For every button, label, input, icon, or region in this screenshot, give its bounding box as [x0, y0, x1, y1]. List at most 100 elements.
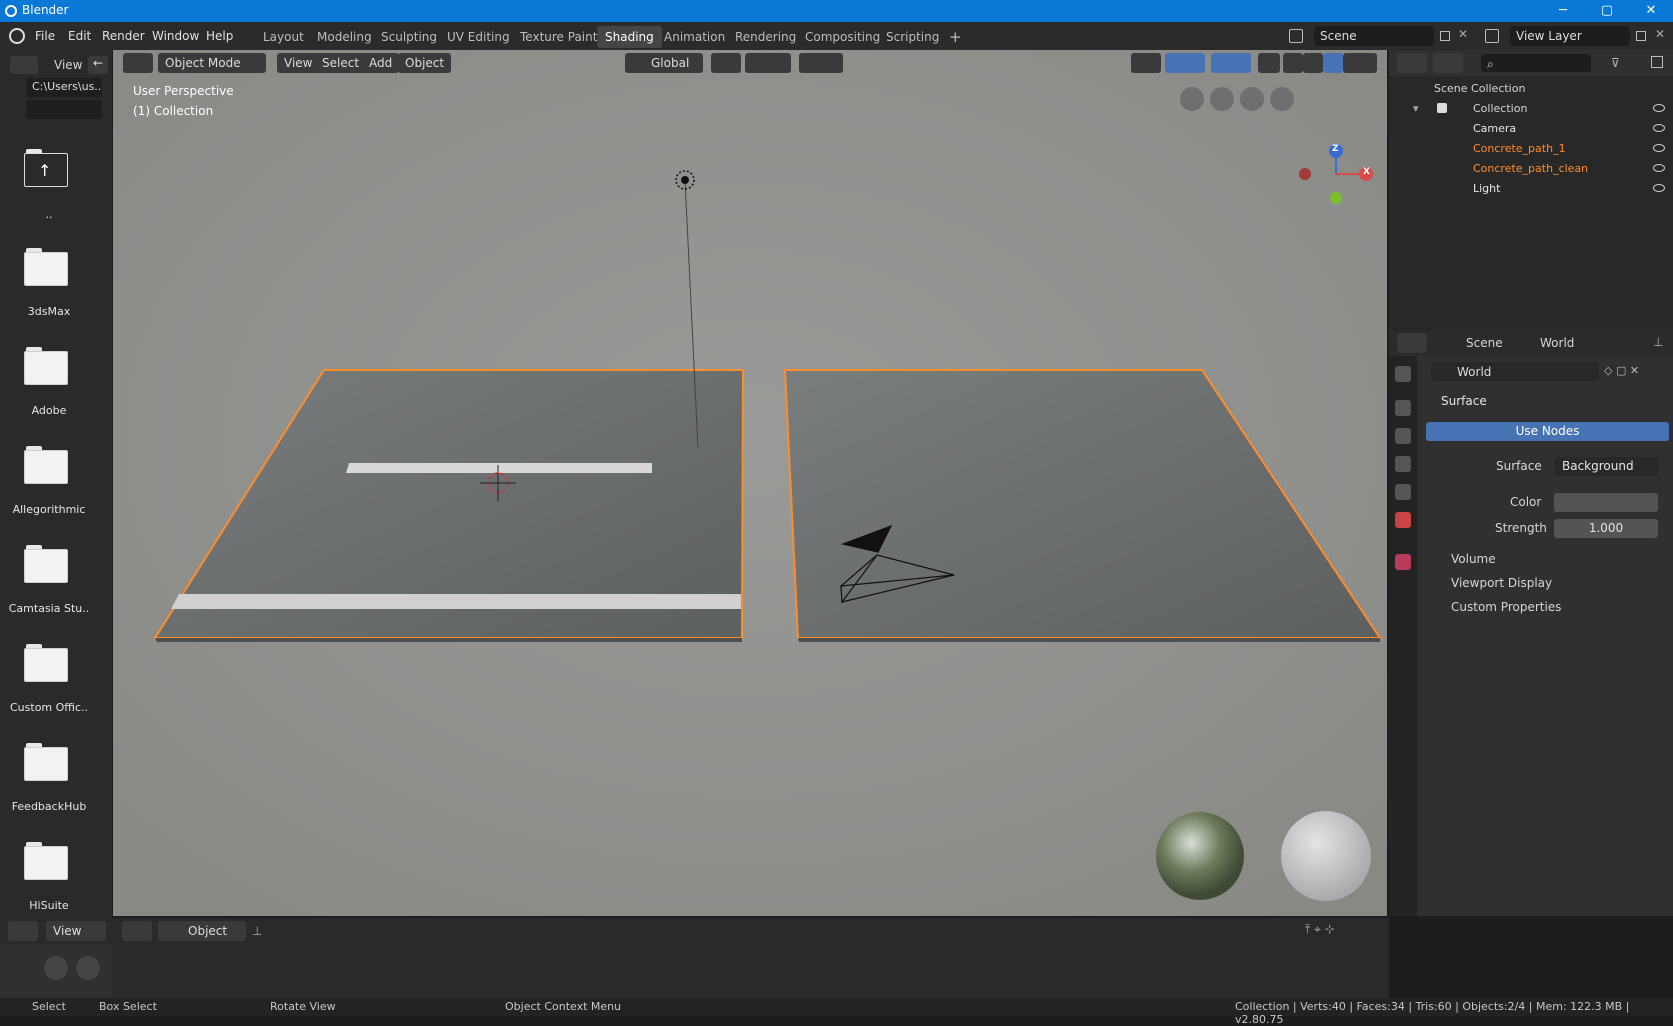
zoom-icon[interactable] — [76, 956, 100, 980]
zoom-icon[interactable] — [1270, 87, 1294, 111]
tab-texture-paint[interactable]: Texture Paint — [512, 26, 605, 48]
maximize-button[interactable]: ▢ — [1585, 0, 1629, 22]
render-tab-icon[interactable] — [1395, 400, 1411, 416]
tab-animation[interactable]: Animation — [656, 26, 733, 48]
outliner-row-camera[interactable]: Camera — [1389, 119, 1673, 139]
filename-field[interactable] — [26, 100, 102, 119]
display-mode-icon[interactable] — [1433, 53, 1463, 73]
editor-type-icon[interactable] — [123, 53, 153, 73]
pan-hand-icon[interactable] — [1240, 87, 1264, 111]
tool-tab-icon[interactable] — [1395, 366, 1411, 382]
proportional-edit-icon[interactable] — [799, 53, 843, 73]
close-button[interactable]: ✕ — [1629, 0, 1673, 22]
folder-icon[interactable] — [24, 446, 68, 484]
editor-type-icon[interactable] — [10, 56, 38, 74]
add-workspace-button[interactable]: + — [941, 24, 970, 46]
tab-modeling[interactable]: Modeling — [309, 26, 380, 48]
world-datablock-buttons[interactable]: ◇ ▢ ✕ — [1604, 364, 1664, 380]
solid-shading-icon[interactable] — [1303, 53, 1323, 73]
gizmo-toggle-icon[interactable] — [1165, 53, 1205, 73]
folder-label[interactable]: Custom Offic.. — [0, 701, 98, 714]
tab-shading[interactable]: Shading — [597, 26, 662, 48]
blender-menu-icon[interactable] — [9, 28, 25, 44]
world-name-field[interactable]: World — [1431, 362, 1599, 381]
object-select[interactable]: Object — [158, 921, 246, 941]
folder-label[interactable]: Camtasia Stu.. — [0, 602, 98, 615]
pin-icon[interactable]: ⊥ — [252, 924, 262, 938]
surface-shader-select[interactable]: Background — [1554, 457, 1658, 476]
view-layer-icon[interactable] — [1485, 29, 1499, 43]
outliner-row-concrete-path-1[interactable]: Concrete_path_1 — [1389, 139, 1673, 159]
eye-icon[interactable] — [1653, 124, 1665, 132]
viewport-object-menu[interactable]: Object — [398, 53, 452, 73]
visibility-icon[interactable] — [1131, 53, 1161, 73]
editor-type-icon[interactable] — [8, 921, 38, 941]
remove-view-layer-icon[interactable]: ✕ — [1655, 27, 1665, 41]
use-nodes-button[interactable]: Use Nodes — [1426, 422, 1669, 441]
custom-properties-panel-header[interactable]: Custom Properties — [1451, 600, 1561, 614]
back-arrow-icon[interactable]: ← — [88, 56, 108, 74]
texture-tab-icon[interactable] — [1395, 554, 1411, 570]
folder-icon[interactable] — [24, 842, 68, 880]
folder-icon[interactable] — [24, 644, 68, 682]
world-tab-icon[interactable] — [1395, 512, 1411, 528]
outliner-row-light[interactable]: Light — [1389, 179, 1673, 199]
snap-icons[interactable]: ⤒ ⌖ ⊹ — [1305, 922, 1385, 940]
outliner-row-collection[interactable]: ▾ Collection — [1389, 99, 1673, 119]
menu-window[interactable]: Window — [152, 29, 199, 43]
menu-edit[interactable]: Edit — [68, 29, 91, 43]
outliner-row-scene-collection[interactable]: Scene Collection — [1389, 79, 1673, 99]
grid-icon[interactable] — [1180, 87, 1204, 111]
output-tab-icon[interactable] — [1395, 428, 1411, 444]
eye-icon[interactable] — [1653, 144, 1665, 152]
outliner-search-input[interactable]: ⌕ — [1481, 54, 1591, 72]
eye-icon[interactable] — [1653, 104, 1665, 112]
surface-panel-header[interactable]: Surface — [1441, 394, 1487, 408]
strength-field[interactable]: 1.000 — [1554, 519, 1658, 538]
overlay-toggle-icon[interactable] — [1211, 53, 1251, 73]
menu-help[interactable]: Help — [206, 29, 233, 43]
viewport-add-menu[interactable]: Add — [362, 53, 400, 73]
folder-label[interactable]: Allegorithmic — [0, 503, 98, 516]
folder-label[interactable]: .. — [0, 208, 98, 221]
viewport-3d[interactable]: Z X User Perspective (1) Collection — [113, 50, 1387, 916]
color-swatch[interactable] — [1554, 493, 1658, 512]
parent-folder-icon[interactable]: ↑ — [24, 149, 68, 187]
folder-icon[interactable] — [24, 743, 68, 781]
breadcrumb-scene[interactable]: Scene — [1466, 336, 1503, 350]
menu-render[interactable]: Render — [102, 29, 145, 43]
camera-view-icon[interactable] — [1210, 87, 1234, 111]
scene-icon[interactable] — [1289, 29, 1303, 43]
expand-arrow-icon[interactable]: ▾ — [1413, 102, 1419, 115]
menu-file[interactable]: File — [35, 29, 55, 43]
tab-layout[interactable]: Layout — [255, 26, 312, 48]
snap-icon[interactable] — [745, 53, 791, 73]
copy-view-layer-icon[interactable] — [1636, 31, 1646, 41]
rendered-shading-icon[interactable] — [1343, 53, 1377, 73]
scene-tab-icon[interactable] — [1395, 484, 1411, 500]
viewport-view-menu[interactable]: View — [277, 53, 320, 73]
file-browser-view-menu[interactable]: View — [54, 58, 82, 72]
folder-label[interactable]: HiSuite — [0, 899, 98, 912]
copy-scene-icon[interactable] — [1440, 31, 1450, 41]
pin-icon[interactable]: ⊥ — [1653, 335, 1663, 349]
breadcrumb-world[interactable]: World — [1540, 336, 1574, 350]
folder-label[interactable]: Adobe — [0, 404, 98, 417]
folder-icon[interactable] — [24, 347, 68, 385]
viewport-select-menu[interactable]: Select — [315, 53, 367, 73]
folder-icon[interactable] — [24, 545, 68, 583]
view-layer-tab-icon[interactable] — [1395, 456, 1411, 472]
checkbox-icon[interactable] — [1437, 103, 1447, 113]
filter-icon[interactable]: ⊽ — [1611, 56, 1620, 70]
minimize-button[interactable]: ─ — [1541, 0, 1585, 22]
transform-orientation-select[interactable]: Global — [625, 53, 703, 73]
eye-icon[interactable] — [1653, 184, 1665, 192]
directory-path-field[interactable]: C:\Users\us.. — [26, 78, 102, 97]
new-collection-icon[interactable] — [1651, 56, 1663, 68]
folder-label[interactable]: FeedbackHub — [0, 800, 98, 813]
eye-icon[interactable] — [1653, 164, 1665, 172]
volume-panel-header[interactable]: Volume — [1451, 552, 1496, 566]
tab-sculpting[interactable]: Sculpting — [373, 26, 445, 48]
pivot-point-icon[interactable] — [711, 53, 741, 73]
editor-type-icon[interactable] — [122, 921, 152, 941]
